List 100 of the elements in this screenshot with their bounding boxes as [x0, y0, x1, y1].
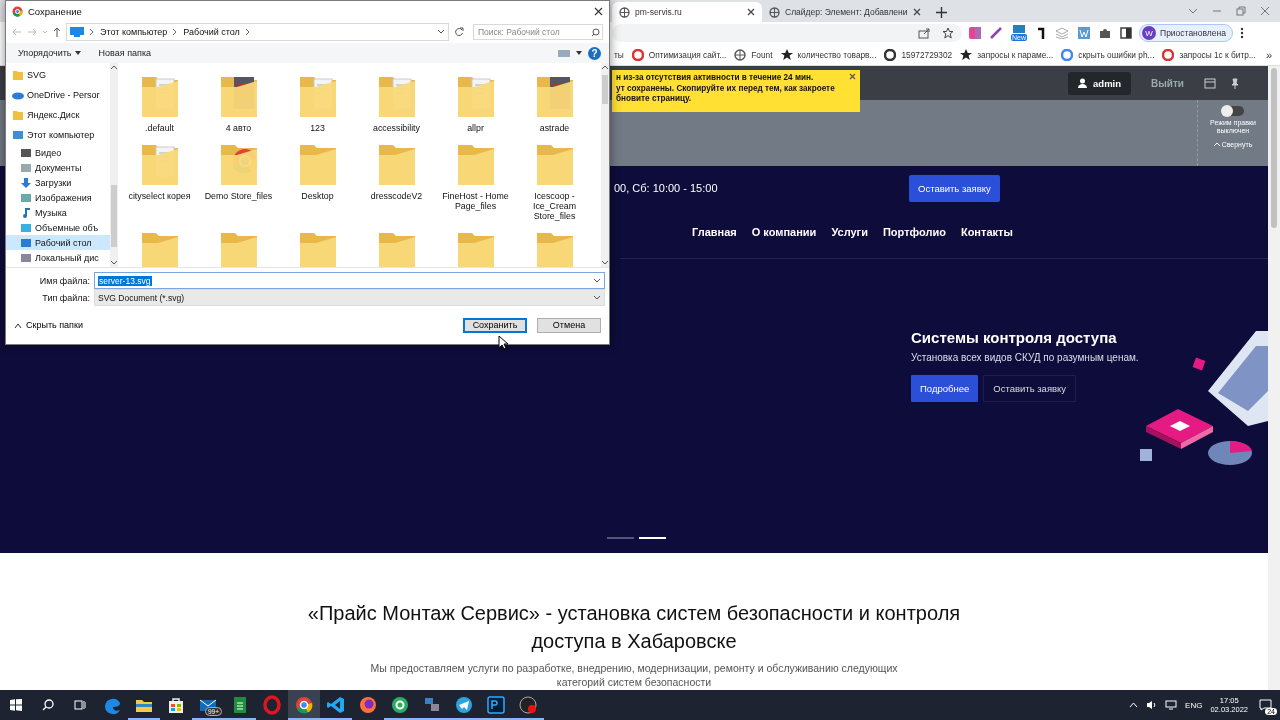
file-name[interactable]: Desktop: [279, 191, 356, 201]
nav-item[interactable]: OneDrive - Persor: [6, 85, 110, 105]
file-name[interactable]: dresscodeV2: [358, 191, 435, 201]
nav-item[interactable]: Музыка: [6, 205, 110, 220]
bookmark[interactable]: запросы к параме...: [960, 48, 1054, 61]
file-name[interactable]: 4 авто: [200, 123, 277, 133]
close-icon[interactable]: [912, 8, 921, 16]
edit-mode-toggle[interactable]: [1222, 106, 1244, 116]
bookmark[interactable]: 15972729302: [884, 48, 953, 61]
star-outline-icon[interactable]: [942, 27, 954, 39]
panel-icon[interactable]: [1204, 77, 1216, 89]
file-name[interactable]: Demo Store_files: [200, 191, 277, 201]
hero-button[interactable]: Подробнее: [911, 375, 979, 402]
nav-item[interactable]: Яндекс.Диск: [6, 105, 110, 125]
scrollbar-thumb[interactable]: [602, 75, 608, 104]
at-sign-icon: [390, 695, 410, 715]
breadcrumb[interactable]: Рабочий стол: [183, 27, 240, 37]
scroll-up-icon[interactable]: [111, 65, 117, 69]
nav-item[interactable]: Документы: [6, 160, 110, 175]
bookmark[interactable]: скрыть ошибки ph...: [1061, 48, 1155, 61]
close-icon[interactable]: [594, 6, 603, 16]
search-field[interactable]: Поиск: Рабочий стол: [473, 24, 603, 40]
scroll-down-icon[interactable]: [602, 261, 608, 265]
logout-link[interactable]: Выйти: [1151, 77, 1184, 89]
new-folder-button[interactable]: Новая папка: [94, 46, 156, 60]
hero-button[interactable]: Оставить заявку: [983, 375, 1077, 402]
sidebar-icon[interactable]: [1120, 27, 1132, 39]
nav-link[interactable]: Контакты: [960, 226, 1013, 238]
file-name[interactable]: .default: [121, 123, 198, 133]
nav-link[interactable]: Портфолио: [882, 226, 946, 238]
file-name[interactable]: FineHost - Home Page_files: [437, 191, 514, 211]
admin-button[interactable]: admin: [1068, 71, 1132, 95]
nav-item[interactable]: Рабочий стол: [6, 235, 110, 250]
file-name[interactable]: Icescoop - Ice_Cream Store_files: [516, 191, 593, 221]
nav-item[interactable]: Объемные объ: [6, 220, 110, 235]
close-icon[interactable]: [849, 73, 856, 80]
puzzle-icon[interactable]: [1099, 27, 1111, 39]
nav-link[interactable]: Услуги: [831, 226, 868, 238]
caret-up-icon[interactable]: [1129, 702, 1139, 708]
organize-button[interactable]: Упорядочить: [14, 46, 85, 60]
speech-bubble-icon: [1258, 699, 1272, 711]
refresh-icon[interactable]: [454, 27, 464, 37]
nav-item[interactable]: Видео: [6, 145, 110, 160]
filetype-select[interactable]: SVG Document (*.svg): [94, 289, 605, 306]
bookmark[interactable]: количество товарв...: [780, 48, 877, 61]
bookmark[interactable]: Оптимизация сайт...: [631, 48, 727, 61]
profile-button[interactable]: W Приостановлена: [1139, 24, 1233, 42]
chevron-icon: [244, 28, 251, 36]
speaker-icon[interactable]: [1146, 700, 1158, 710]
caret-down-icon[interactable]: [576, 51, 582, 55]
more-bookmarks[interactable]: »: [1265, 48, 1280, 61]
chevron-down-icon[interactable]: [1188, 6, 1198, 16]
breadcrumb[interactable]: Этот компьютер: [100, 27, 168, 37]
browser-tab[interactable]: Слайдер: Элемент: Добавлени: [762, 2, 928, 22]
pin-icon[interactable]: [1230, 77, 1240, 89]
up-arrow-icon[interactable]: [53, 27, 61, 37]
dropdown-caret-icon[interactable]: [593, 294, 601, 301]
scrollbar-thumb[interactable]: [111, 185, 117, 247]
file-name[interactable]: allpr: [437, 123, 514, 133]
g-logo-icon: [1061, 48, 1074, 61]
menu-icon[interactable]: [1239, 27, 1244, 39]
slide-indicator[interactable]: [638, 537, 666, 539]
digit-icon[interactable]: [1036, 27, 1046, 39]
nav-item[interactable]: Изображения: [6, 190, 110, 205]
request-button[interactable]: Оставить заявку: [909, 174, 1000, 202]
dialog-button[interactable]: Сохранить: [463, 317, 527, 333]
nav-item[interactable]: Этот компьютер: [6, 125, 110, 145]
scroll-up-icon[interactable]: [602, 65, 608, 69]
dropdown-caret-icon[interactable]: [437, 29, 445, 35]
dialog-title: Сохранение: [28, 5, 83, 17]
help-button[interactable]: ?: [588, 46, 601, 60]
pen-icon[interactable]: [990, 27, 1002, 39]
address-field[interactable]: Этот компьютер Рабочий стол: [66, 23, 449, 41]
file-name[interactable]: astrade: [516, 123, 593, 133]
bookmark[interactable]: Fount: [734, 48, 773, 61]
w-square-icon[interactable]: [1078, 27, 1090, 39]
network-icon[interactable]: [1165, 700, 1178, 710]
nav-item[interactable]: Загрузки: [6, 175, 110, 190]
file-name[interactable]: cityselect корея: [121, 191, 198, 201]
file-name[interactable]: accessibility: [358, 123, 435, 133]
dropdown-caret-icon[interactable]: [593, 277, 601, 284]
file-name[interactable]: 123: [279, 123, 356, 133]
scroll-down-icon[interactable]: [111, 261, 117, 265]
taskbar-app[interactable]: [288, 690, 320, 720]
bookmark[interactable]: запросы 1с к битр...: [1162, 48, 1256, 61]
bookmark[interactable]: ты: [614, 49, 624, 60]
nav-item[interactable]: SVG: [6, 65, 110, 85]
language-indicator[interactable]: ENG: [1185, 700, 1203, 710]
browser-tab[interactable]: pm-servis.ru: [612, 2, 762, 22]
scrollbar-thumb[interactable]: [1271, 68, 1277, 228]
plus-icon[interactable]: [935, 7, 947, 18]
dialog-button[interactable]: Отмена: [537, 317, 601, 333]
close-icon[interactable]: [747, 8, 755, 16]
nav-link[interactable]: Главная: [692, 226, 737, 238]
window-icon[interactable]: [1012, 25, 1026, 33]
nav-link[interactable]: О компании: [751, 226, 817, 238]
hide-folders-button[interactable]: Скрыть папки: [14, 320, 83, 330]
lens-icon: [884, 48, 897, 61]
nav-item[interactable]: Локальный дис: [6, 250, 110, 265]
share-icon[interactable]: [918, 27, 930, 39]
